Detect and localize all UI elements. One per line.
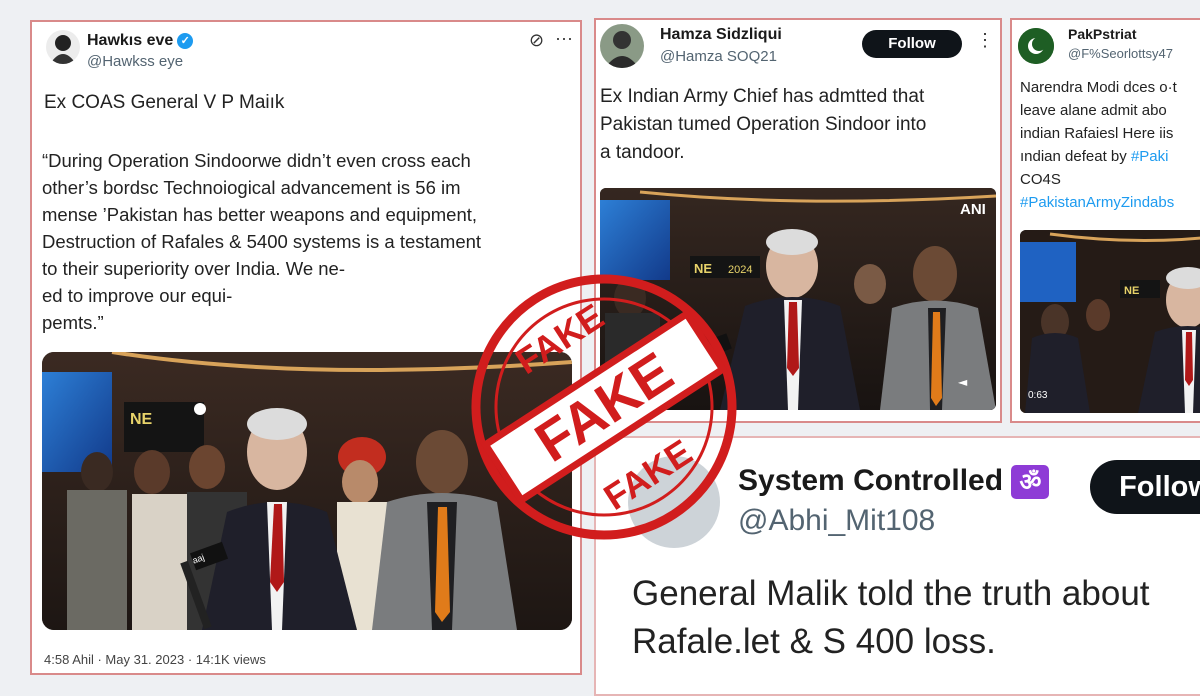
video-frame: NE 0:63	[1020, 230, 1200, 413]
video-timestamp: 0:63	[1028, 390, 1048, 401]
flag-avatar-icon	[1018, 28, 1054, 64]
avatar[interactable]	[600, 24, 644, 68]
user-handle[interactable]: @Hawkss eye	[87, 53, 183, 70]
user-handle[interactable]: @Hamza SOQ21	[660, 48, 777, 65]
event-sign-text: NE	[694, 261, 712, 276]
avatar[interactable]	[1018, 28, 1054, 64]
ani-watermark: ANI	[960, 201, 986, 218]
tweet-timestamp[interactable]: 4:58 Ahil · May 31. 2023 · 14:1K views	[44, 652, 266, 667]
tweet-text-fragment: ındian defeat by	[1020, 148, 1127, 165]
display-name[interactable]: Hamza Sidzliqui	[660, 26, 782, 44]
user-handle[interactable]: @Abhi_Mit108	[738, 504, 935, 538]
event-sign-text: NE	[1124, 285, 1139, 297]
tweet-text: Narendra Modi dces ο·t leave alane admit…	[1020, 76, 1200, 214]
tweet-video[interactable]: NE 2024 ANI ◄	[600, 188, 996, 410]
tweet-text: “During Operation Sindoorwe didn’t even …	[42, 150, 482, 333]
video-frame: NE 2024 ANI ◄	[600, 188, 996, 410]
avatar-image	[605, 31, 639, 68]
tweet-text: Ex Indian Army Chief has admtted that Pa…	[600, 86, 927, 163]
display-name-text: System Controlled	[738, 464, 1004, 497]
event-year-text: 2024	[728, 264, 752, 276]
tweet-card-hawks-eye[interactable]: Hawkıs eve ✓ @Hawkss eye ⊘ ··· Ex COAS Ge…	[30, 20, 582, 675]
display-name[interactable]: Hawkıs eve ✓	[87, 32, 194, 50]
avatar[interactable]	[46, 30, 80, 64]
hashtag-link[interactable]: #Paki	[1131, 148, 1169, 165]
om-badge-icon: ॐ	[1011, 465, 1050, 500]
tweet-video[interactable]: NE 0:63	[1020, 230, 1200, 413]
avatar-image	[50, 35, 76, 64]
avatar[interactable]	[628, 456, 720, 548]
tweet-text-line: CO4S	[1020, 171, 1061, 188]
event-sign-text: NE	[130, 411, 153, 428]
tweet-text-line: indian Rafaiesl Here iis	[1020, 125, 1174, 142]
follow-button[interactable]: Follow	[862, 30, 962, 58]
display-name[interactable]: PakPstriat	[1068, 26, 1136, 42]
tweet-heading: Ex COAS General V P Maiık	[44, 92, 285, 113]
hashtag-link[interactable]: #PakistanArmyZindabs	[1020, 191, 1200, 214]
user-handle[interactable]: @F%Seorlottsy47	[1068, 46, 1173, 61]
mute-icon: ◄	[958, 375, 968, 389]
display-name-text: Hawkıs eve	[87, 32, 174, 49]
tweet-text-line: ındian defeat by #Paki	[1020, 145, 1200, 168]
tweet-card-pakpatriot[interactable]: PakPstriat @F%Seorlottsy47 Narendra Modi…	[1010, 18, 1200, 423]
follow-button[interactable]: Follow	[1090, 460, 1200, 514]
video-frame: NE aaj	[42, 352, 572, 630]
tweet-text-line: General Malik told the truth about	[632, 574, 1150, 613]
more-options-icon[interactable]: ···	[555, 28, 573, 49]
more-options-icon[interactable]: ⋮	[976, 30, 994, 51]
tweet-card-system-controlled[interactable]: System Controlled ॐ @Abhi_Mit108 Follow …	[594, 436, 1200, 696]
tweet-text-line: Rafale.let & S 400 loss.	[632, 622, 996, 661]
tweet-text-line: leave alane admit abo	[1020, 102, 1167, 119]
tweet-text-line: Narendra Modi dces ο·t	[1020, 79, 1177, 96]
verified-badge-icon: ✓	[177, 32, 194, 49]
grok-icon[interactable]: ⊘	[529, 30, 544, 51]
tweet-text: General Malik told the truth about Rafal…	[632, 570, 1200, 666]
display-name[interactable]: System Controlled ॐ	[738, 464, 1050, 500]
tweet-card-hamza[interactable]: Hamza Sidzliqui @Hamza SOQ21 Follow ⋮ Ex…	[594, 18, 1002, 423]
tweet-video[interactable]: NE aaj	[42, 352, 572, 630]
